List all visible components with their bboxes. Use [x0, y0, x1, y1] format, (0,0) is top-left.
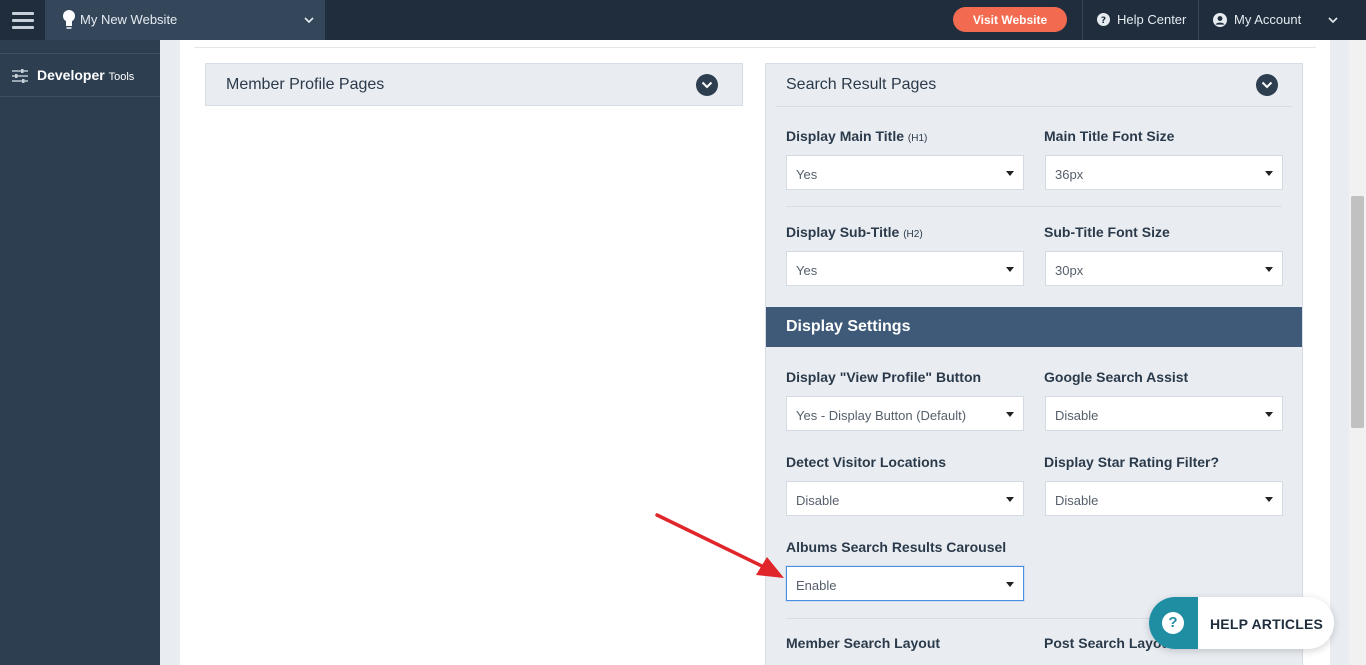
menu-icon[interactable] [0, 0, 45, 40]
caret-down-icon [1265, 497, 1273, 502]
help-center-label: Help Center [1117, 12, 1187, 27]
albums-carousel-select[interactable]: Enable [786, 566, 1024, 601]
section-title: Display Settings [786, 318, 911, 335]
topbar-divider [1082, 0, 1083, 40]
visit-website-button[interactable]: Visit Website [953, 7, 1067, 32]
my-account-label: My Account [1234, 12, 1302, 27]
star-rating-filter-select[interactable]: Disable [1045, 481, 1283, 516]
user-avatar-icon [1213, 12, 1227, 27]
website-selector[interactable]: My New Website [45, 0, 325, 40]
display-sub-title-label: Display Sub-Title (H2) [786, 224, 923, 240]
my-account-menu[interactable]: My Account [1213, 12, 1301, 27]
main-title-font-size-label: Main Title Font Size [1044, 128, 1175, 144]
panel-title: Search Result Pages [786, 76, 937, 93]
google-search-assist-label: Google Search Assist [1044, 369, 1189, 385]
display-settings-header: Display Settings [766, 307, 1302, 347]
help-circle-icon: ? [1097, 13, 1110, 26]
help-center-link[interactable]: ? Help Center [1097, 12, 1186, 27]
help-articles-label: HELP ARTICLES [1210, 616, 1324, 632]
view-profile-button-label: Display "View Profile" Button [786, 369, 982, 385]
star-rating-filter-label: Display Star Rating Filter? [1044, 454, 1220, 470]
caret-down-icon [1265, 171, 1273, 176]
chevron-down-icon[interactable] [1327, 14, 1339, 26]
panel-title: Member Profile Pages [226, 76, 385, 93]
sidebar-item-developer-tools[interactable]: Developer Tools [0, 55, 160, 97]
albums-carousel-label: Albums Search Results Carousel [786, 539, 1007, 555]
caret-down-icon [1265, 267, 1273, 272]
display-sub-title-select[interactable]: Yes [786, 251, 1024, 286]
topbar-divider [1198, 0, 1199, 40]
chevron-down-icon[interactable] [1256, 74, 1278, 96]
caret-down-icon [1006, 412, 1014, 417]
view-profile-button-select[interactable]: Yes - Display Button (Default) [786, 396, 1024, 431]
sub-title-font-size-label: Sub-Title Font Size [1044, 224, 1170, 240]
caret-down-icon [1265, 412, 1273, 417]
sub-title-font-size-select[interactable]: 30px [1045, 251, 1283, 286]
website-name: My New Website [80, 12, 178, 27]
sidebar: Developer Tools [0, 40, 160, 665]
question-icon: ? [1162, 612, 1184, 634]
divider [776, 106, 1292, 107]
detect-visitor-locations-label: Detect Visitor Locations [786, 454, 947, 470]
caret-down-icon [1006, 497, 1014, 502]
help-articles-button[interactable]: ? HELP ARTICLES [1149, 597, 1334, 649]
sidebar-item-partial[interactable] [0, 40, 160, 54]
scrollbar-thumb[interactable] [1351, 196, 1364, 428]
sliders-icon [12, 69, 28, 83]
sidebar-item-label: Developer Tools [37, 67, 135, 83]
caret-down-icon [1006, 582, 1014, 587]
caret-down-icon [1006, 267, 1014, 272]
annotation-arrow-icon [655, 513, 784, 578]
member-profile-pages-panel[interactable]: Member Profile Pages [205, 63, 743, 106]
member-search-layout-label: Member Search Layout [786, 635, 941, 651]
display-main-title-label: Display Main Title (H1) [786, 128, 928, 144]
top-navigation-bar: My New Website Visit Website ? Help Cent… [0, 0, 1366, 40]
google-search-assist-select[interactable]: Disable [1045, 396, 1283, 431]
divider [194, 47, 1316, 48]
caret-down-icon [1006, 171, 1014, 176]
divider [786, 206, 1282, 207]
svg-text:?: ? [1101, 16, 1106, 26]
chevron-down-icon [304, 17, 314, 24]
detect-visitor-locations-select[interactable]: Disable [786, 481, 1024, 516]
search-result-pages-panel: Search Result Pages Display Main Title (… [765, 63, 1303, 665]
main-title-font-size-select[interactable]: 36px [1045, 155, 1283, 190]
lightbulb-icon [63, 10, 75, 29]
help-icon-container: ? [1149, 597, 1198, 649]
display-main-title-select[interactable]: Yes [786, 155, 1024, 190]
chevron-down-icon[interactable] [696, 74, 718, 96]
